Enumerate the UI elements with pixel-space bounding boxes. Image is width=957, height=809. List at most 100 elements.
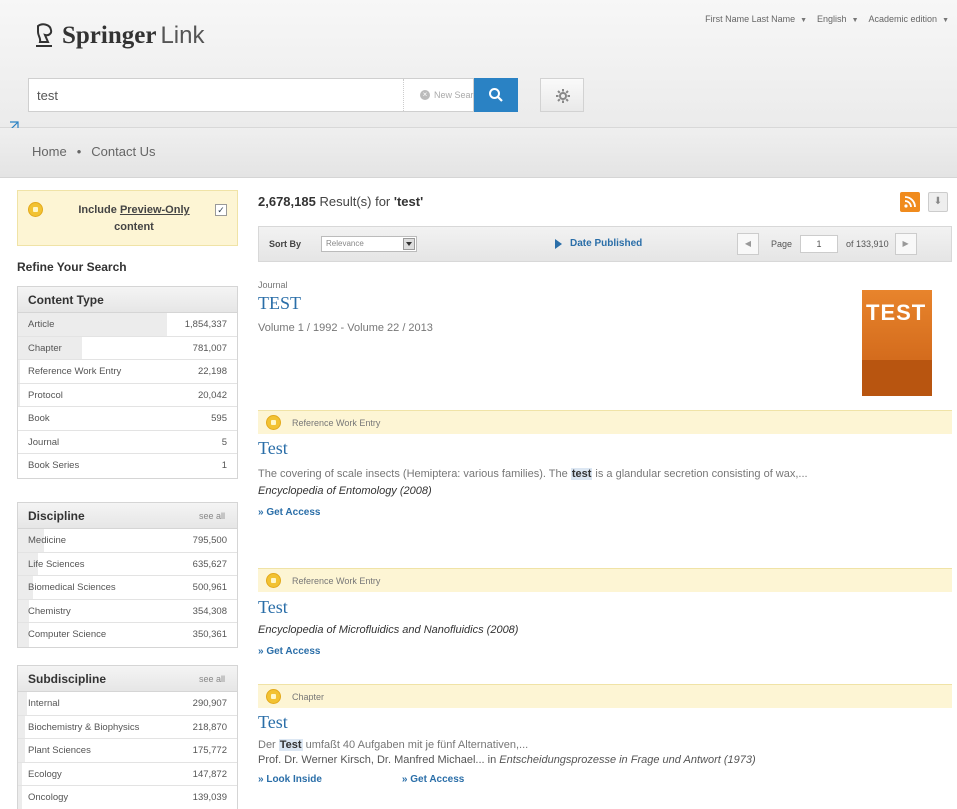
search-input[interactable] <box>37 85 367 105</box>
facet-item-label: Ecology <box>28 768 62 780</box>
facet-item-label: Life Sciences <box>28 558 85 570</box>
highlighted-term: test <box>570 468 593 480</box>
settings-button[interactable] <box>540 78 584 112</box>
sort-bar: Sort By Relevance Date Published ◀ Page … <box>258 226 952 262</box>
facet-item[interactable]: Oncology 139,039 <box>18 786 237 809</box>
get-access-link[interactable]: » Get Access <box>402 774 464 785</box>
facet-title: Subdiscipline <box>28 672 107 686</box>
result-source: Entscheidungsprozesse in Frage und Antwo… <box>499 754 756 766</box>
next-page-button[interactable]: ▶ <box>894 233 917 255</box>
rss-feed-button[interactable] <box>900 192 920 212</box>
facet-item-label: Chemistry <box>28 605 71 617</box>
logo-text-springer: Springer <box>62 22 157 49</box>
facet-item-count: 350,361 <box>192 629 227 640</box>
date-published-toggle[interactable]: Date Published <box>555 238 642 249</box>
facet-item-count: 20,042 <box>197 389 227 401</box>
page-input[interactable]: 1 <box>800 235 839 253</box>
user-name-menu[interactable]: First Name Last Name ▼ <box>705 14 807 24</box>
facet-item[interactable]: Book 595 <box>18 407 237 431</box>
facet-item-label: Oncology <box>28 792 69 803</box>
cover-band <box>862 360 932 396</box>
breadcrumb-nav: Home • Contact Us <box>0 128 957 178</box>
date-published-label: Date Published <box>570 238 643 249</box>
facet-item-label: Reference Work Entry <box>28 366 122 377</box>
edition-menu[interactable]: Academic edition ▼ <box>869 14 949 24</box>
facet-item[interactable]: Reference Work Entry 22,198 <box>18 360 237 384</box>
sort-select-value: Relevance <box>326 239 364 248</box>
facet-share-bar <box>18 383 21 406</box>
facet-item[interactable]: Book Series 1 <box>18 454 237 478</box>
journal-cover-image[interactable]: TEST <box>862 290 932 396</box>
see-all-link[interactable]: see all <box>199 511 225 521</box>
facet-item[interactable]: Plant Sciences 175,772 <box>18 739 237 763</box>
facet-item[interactable]: Biomedical Sciences 500,961 <box>18 576 237 600</box>
result-type-bar: Reference Work Entry <box>258 410 952 434</box>
rss-icon <box>904 196 916 208</box>
nav-separator: • <box>76 144 82 159</box>
result-type: Reference Work Entry <box>292 576 381 586</box>
page-label: Page <box>771 239 793 249</box>
result-title-link[interactable]: Test <box>258 438 952 459</box>
facet-share-bar <box>18 739 25 762</box>
facet-item-label: Protocol <box>28 389 63 401</box>
clear-icon: × <box>420 90 430 100</box>
download-results-button[interactable]: ⬇ <box>928 192 948 212</box>
result-type-bar: Chapter <box>258 684 952 708</box>
facet-title: Content Type <box>28 293 104 307</box>
preview-only-label: Include Preview-Only content <box>78 204 190 233</box>
result-meta: Volume 1 / 1992 - Volume 22 / 2013 <box>258 322 433 334</box>
facet-item[interactable]: Protocol 20,042 <box>18 383 237 407</box>
result-snippet: The covering of scale insects (Hemiptera… <box>258 468 808 480</box>
facet-header: Content Type <box>18 287 237 313</box>
nav-home-link[interactable]: Home <box>32 144 67 159</box>
gear-icon <box>556 89 570 103</box>
result-type: Reference Work Entry <box>292 418 381 428</box>
result-title-link[interactable]: Test <box>258 597 952 618</box>
logo-text-link: Link <box>160 22 205 49</box>
facet-item[interactable]: Ecology 147,872 <box>18 762 237 786</box>
facet-item[interactable]: Journal 5 <box>18 431 237 454</box>
preview-only-link[interactable]: Preview-Only <box>120 204 190 216</box>
facet-item[interactable]: Chapter 781,007 <box>18 336 237 360</box>
facet-item[interactable]: Computer Science 350,361 <box>18 623 237 647</box>
facet-item[interactable]: Biochemistry & Biophysics 218,870 <box>18 715 237 739</box>
language-menu[interactable]: English ▼ <box>817 14 858 24</box>
result-title-link[interactable]: Test <box>258 712 952 733</box>
see-all-link[interactable]: see all <box>199 674 225 684</box>
preview-only-checkbox[interactable]: ✓ <box>215 204 227 216</box>
result-source: Encyclopedia of Entomology (2008) <box>258 485 432 497</box>
get-access-link[interactable]: » Get Access <box>258 646 952 657</box>
results-label: Result(s) for <box>319 194 391 209</box>
facet-item-count: 781,007 <box>192 342 227 354</box>
facet-item-count: 500,961 <box>192 582 227 593</box>
facet-item-count: 22,198 <box>197 366 227 377</box>
facet-content-type: Content Type Article 1,854,337 Chapter 781,… <box>17 286 238 479</box>
look-inside-link[interactable]: » Look Inside <box>258 774 322 785</box>
result-type: Chapter <box>292 692 325 702</box>
result-links: » Look Inside » Get Access <box>258 774 952 785</box>
facet-item[interactable]: Internal 290,907 <box>18 692 237 716</box>
facet-item[interactable]: Article 1,854,337 <box>18 313 237 337</box>
sort-select[interactable]: Relevance <box>321 236 417 252</box>
result-title-link[interactable]: TEST <box>258 293 952 314</box>
cover-title: TEST <box>866 300 927 325</box>
nav-contact-link[interactable]: Contact Us <box>91 144 155 159</box>
pagination: ◀ Page 1 of 133,910 ▶ <box>737 233 917 255</box>
facet-item[interactable]: Chemistry 354,308 <box>18 599 237 623</box>
facet-item-count: 795,500 <box>192 535 227 546</box>
results-query: 'test' <box>393 194 424 209</box>
facet-item-count: 354,308 <box>192 605 227 617</box>
facet-item-count: 595 <box>211 413 227 424</box>
result-authors: Prof. Dr. Werner Kirsch, Dr. Manfred Mic… <box>258 754 500 766</box>
get-access-link[interactable]: » Get Access <box>258 507 952 518</box>
facet-item-count: 147,872 <box>192 768 227 780</box>
facet-item[interactable]: Life Sciences 635,627 <box>18 552 237 576</box>
search-button[interactable] <box>474 78 518 112</box>
facet-item[interactable]: Medicine 795,500 <box>18 529 237 553</box>
springer-logo[interactable]: Springer Link <box>32 22 204 50</box>
facet-title: Discipline <box>28 509 85 523</box>
facet-item-count: 175,772 <box>192 745 227 756</box>
prev-page-button[interactable]: ◀ <box>737 233 759 255</box>
facet-item-label: Biomedical Sciences <box>28 582 116 593</box>
result-item: Test Der Test umfaßt 40 Aufgaben mit je … <box>258 712 952 785</box>
